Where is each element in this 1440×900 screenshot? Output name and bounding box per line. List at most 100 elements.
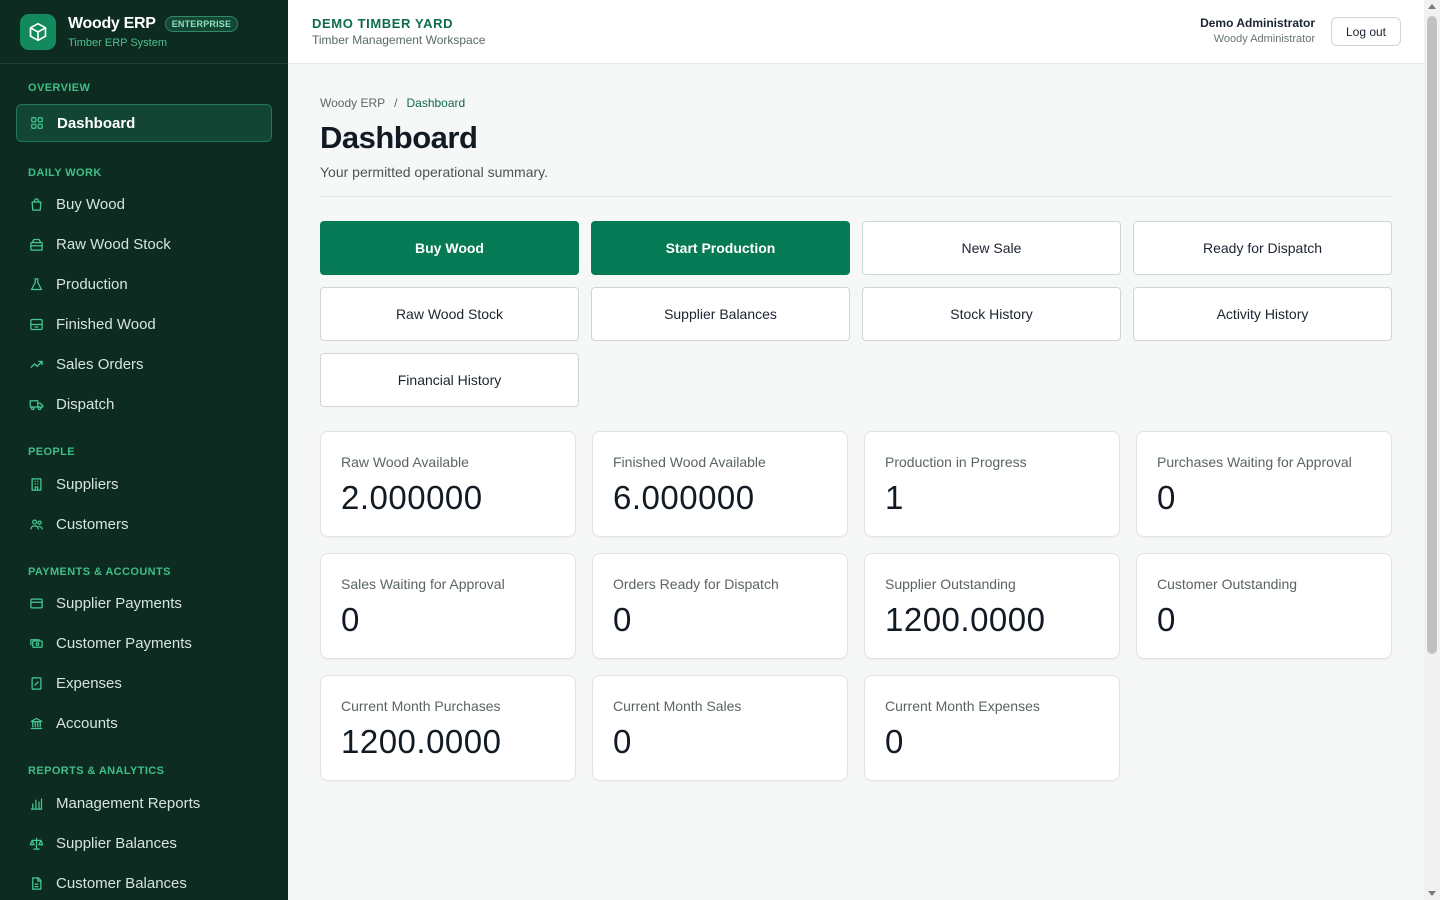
scrollbar-thumb[interactable]	[1427, 16, 1437, 654]
scale-icon	[28, 835, 44, 851]
raw-wood-stock-button[interactable]: Raw Wood Stock	[320, 287, 579, 341]
stat-card-production-in-progress: Production in Progress 1	[864, 431, 1120, 537]
grid-icon	[29, 115, 45, 131]
financial-history-button[interactable]: Financial History	[320, 353, 579, 407]
scroll-down-arrow-icon[interactable]	[1428, 891, 1436, 896]
brand-subtitle: Timber ERP System	[68, 36, 168, 49]
sidebar-item-supplier-payments[interactable]: Supplier Payments	[16, 583, 272, 623]
buy-wood-button[interactable]: Buy Wood	[320, 221, 579, 275]
sidebar-item-finished-wood[interactable]: Finished Wood	[16, 304, 272, 344]
supplier-balances-button[interactable]: Supplier Balances	[591, 287, 850, 341]
page-scrollbar[interactable]	[1424, 0, 1440, 900]
trend-up-icon	[28, 356, 44, 372]
sidebar-item-accounts[interactable]: Accounts	[16, 703, 272, 743]
new-sale-button[interactable]: New Sale	[862, 221, 1121, 275]
sidebar-item-dashboard[interactable]: Dashboard	[16, 104, 272, 142]
stat-label: Supplier Outstanding	[885, 576, 1016, 592]
sidebar-item-label: Sales Orders	[56, 355, 144, 373]
stat-card-customer-outstanding: Customer Outstanding 0	[1136, 553, 1392, 659]
document-icon	[28, 875, 44, 891]
stat-label: Raw Wood Available	[341, 454, 469, 470]
stat-label: Production in Progress	[885, 454, 1027, 470]
sidebar-item-customer-payments[interactable]: Customer Payments	[16, 623, 272, 663]
stat-value: 0	[341, 601, 360, 638]
stock-history-button[interactable]: Stock History	[862, 287, 1121, 341]
stat-card-current-month-sales: Current Month Sales 0	[592, 675, 848, 781]
sidebar-item-expenses[interactable]: Expenses	[16, 663, 272, 703]
users-icon	[28, 516, 44, 532]
stat-card-orders-ready-for-dispatch: Orders Ready for Dispatch 0	[592, 553, 848, 659]
sidebar-item-label: Supplier Payments	[56, 594, 182, 612]
topbar: DEMO TIMBER YARD Timber Management Works…	[288, 0, 1424, 64]
sidebar-item-buy-wood[interactable]: Buy Wood	[16, 184, 272, 224]
activity-history-button[interactable]: Activity History	[1133, 287, 1392, 341]
logout-button[interactable]: Log out	[1331, 17, 1401, 46]
stat-value: 6.000000	[613, 479, 755, 516]
stat-value: 0	[1157, 601, 1176, 638]
nav-section-payments: PAYMENTS & ACCOUNTS	[28, 566, 171, 578]
sidebar-item-label: Buy Wood	[56, 195, 125, 213]
sidebar-item-label: Customer Payments	[56, 634, 192, 652]
sidebar-item-dispatch[interactable]: Dispatch	[16, 384, 272, 424]
stat-value: 1200.0000	[885, 601, 1046, 638]
stat-card-purchases-waiting: Purchases Waiting for Approval 0	[1136, 431, 1392, 537]
sidebar-item-customer-balances[interactable]: Customer Balances	[16, 863, 272, 900]
package-icon	[28, 316, 44, 332]
stat-label: Finished Wood Available	[613, 454, 766, 470]
stat-label: Current Month Purchases	[341, 698, 501, 714]
breadcrumb-home-link[interactable]: Woody ERP	[320, 96, 385, 110]
cash-icon	[28, 635, 44, 651]
stat-card-supplier-outstanding: Supplier Outstanding 1200.0000	[864, 553, 1120, 659]
breadcrumb-separator: /	[394, 96, 398, 110]
card-icon	[28, 595, 44, 611]
brand-name: Woody ERP	[68, 14, 156, 32]
sidebar-item-label: Dashboard	[57, 114, 136, 132]
nav-section-overview: OVERVIEW	[28, 82, 91, 94]
stat-label: Customer Outstanding	[1157, 576, 1298, 592]
user-role: Woody Administrator	[1213, 33, 1315, 45]
user-name: Demo Administrator	[1200, 16, 1315, 30]
stat-card-sales-waiting: Sales Waiting for Approval 0	[320, 553, 576, 659]
stats-grid: Raw Wood Available 2.000000 Finished Woo…	[320, 431, 1393, 781]
sidebar: Woody ERP ENTERPRISE Timber ERP System O…	[0, 0, 288, 900]
stat-card-current-month-expenses: Current Month Expenses 0	[864, 675, 1120, 781]
scroll-up-arrow-icon[interactable]	[1428, 4, 1436, 9]
stat-value: 2.000000	[341, 479, 483, 516]
stat-card-current-month-purchases: Current Month Purchases 1200.0000	[320, 675, 576, 781]
sidebar-item-production[interactable]: Production	[16, 264, 272, 304]
stat-label: Sales Waiting for Approval	[341, 576, 505, 592]
sidebar-item-label: Finished Wood	[56, 315, 156, 333]
sidebar-item-label: Customers	[56, 515, 129, 533]
stat-label: Purchases Waiting for Approval	[1157, 454, 1352, 470]
crate-icon	[28, 236, 44, 252]
building-icon	[28, 476, 44, 492]
sidebar-item-label: Suppliers	[56, 475, 119, 493]
sidebar-item-suppliers[interactable]: Suppliers	[16, 464, 272, 504]
org-name: DEMO TIMBER YARD	[312, 16, 454, 31]
sidebar-item-label: Dispatch	[56, 395, 115, 413]
sidebar-nav: OVERVIEW Dashboard DAILY WORK Buy Wood R…	[0, 82, 288, 900]
enterprise-badge: ENTERPRISE	[164, 15, 239, 32]
bank-icon	[28, 715, 44, 731]
nav-section-daily-work: DAILY WORK	[28, 167, 102, 179]
nav-section-people: PEOPLE	[28, 446, 76, 458]
start-production-button[interactable]: Start Production	[591, 221, 850, 275]
stat-label: Orders Ready for Dispatch	[613, 576, 779, 592]
stat-label: Current Month Expenses	[885, 698, 1040, 714]
sidebar-item-customers[interactable]: Customers	[16, 504, 272, 544]
bar-chart-icon	[28, 795, 44, 811]
stat-value: 0	[613, 723, 632, 760]
sidebar-item-supplier-balances[interactable]: Supplier Balances	[16, 823, 272, 863]
receipt-icon	[28, 675, 44, 691]
stat-value: 1	[885, 479, 904, 516]
sidebar-item-management-reports[interactable]: Management Reports	[16, 783, 272, 823]
truck-icon	[28, 396, 44, 412]
sidebar-item-label: Accounts	[56, 714, 118, 732]
stat-card-raw-wood-available: Raw Wood Available 2.000000	[320, 431, 576, 537]
breadcrumb: Woody ERP / Dashboard	[320, 96, 1393, 110]
ready-for-dispatch-button[interactable]: Ready for Dispatch	[1133, 221, 1392, 275]
box-icon	[20, 13, 56, 50]
stat-value: 0	[1157, 479, 1176, 516]
sidebar-item-sales-orders[interactable]: Sales Orders	[16, 344, 272, 384]
sidebar-item-raw-wood-stock[interactable]: Raw Wood Stock	[16, 224, 272, 264]
